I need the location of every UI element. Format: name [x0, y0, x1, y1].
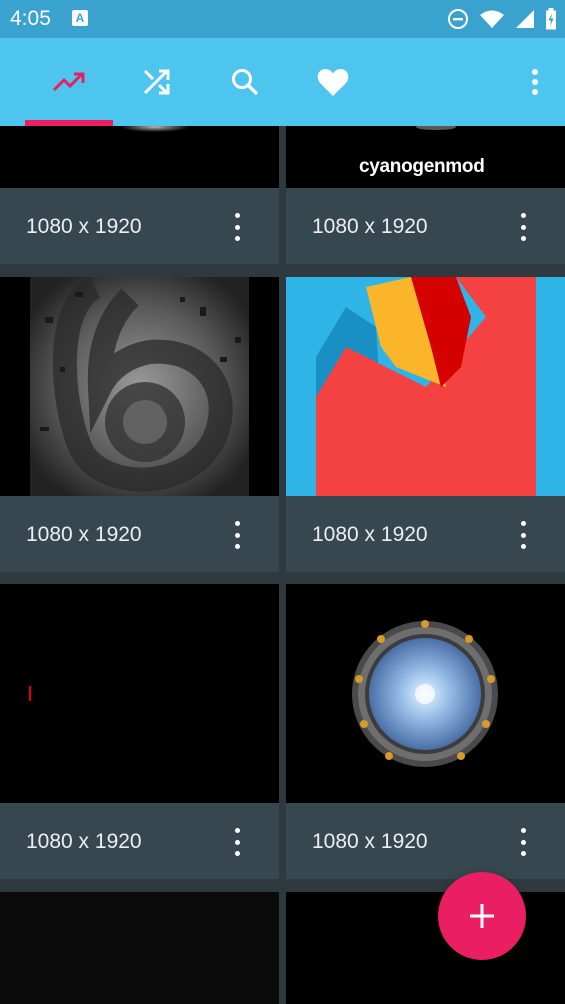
wallpaper-card[interactable]: 1080 x 1920: [286, 584, 565, 879]
wallpaper-thumbnail[interactable]: [0, 126, 279, 188]
more-options-button[interactable]: [231, 824, 243, 860]
wallpaper-info: 1080 x 1920: [286, 189, 565, 264]
tab-search[interactable]: [201, 38, 289, 126]
wallpaper-thumbnail[interactable]: cyanogenmod: [286, 126, 565, 188]
wallpaper-card[interactable]: cyanogenmod 1080 x 1920: [286, 126, 565, 264]
stargate-image: [352, 620, 498, 767]
wallpaper-card[interactable]: 1080 x 1920: [0, 126, 279, 264]
wallpaper-card[interactable]: 1080 x 1920: [286, 277, 565, 572]
wallpaper-thumbnail[interactable]: [0, 584, 279, 803]
status-icons: [447, 7, 557, 31]
wallpaper-card[interactable]: [0, 892, 279, 1004]
resolution-label: 1080 x 1920: [312, 830, 428, 853]
a-icon: A: [72, 10, 88, 26]
shuffle-icon: [143, 69, 170, 95]
overflow-menu-button[interactable]: [519, 62, 551, 102]
trending-up-icon: [52, 72, 85, 92]
wallpaper-info: 1080 x 1920: [286, 497, 565, 572]
wallpaper-thumbnail[interactable]: [0, 892, 279, 1004]
wallpaper-overlay-text: cyanogenmod: [359, 156, 485, 177]
material-shapes-image: [286, 277, 565, 496]
more-options-button[interactable]: [517, 209, 529, 245]
wallpaper-thumbnail[interactable]: [0, 277, 279, 496]
wallpaper-info: 1080 x 1920: [0, 497, 279, 572]
more-vert-icon: [532, 69, 538, 95]
more-options-button[interactable]: [231, 209, 243, 245]
wallpaper-card[interactable]: 1080 x 1920: [0, 584, 279, 879]
status-time: 4:05: [10, 7, 51, 30]
resolution-label: 1080 x 1920: [26, 523, 142, 546]
wallpaper-info: 1080 x 1920: [286, 804, 565, 879]
toolbar: [0, 38, 565, 126]
more-options-button[interactable]: [517, 517, 529, 553]
resolution-label: 1080 x 1920: [26, 215, 142, 238]
search-icon: [232, 69, 259, 96]
heart-icon: [317, 69, 349, 96]
more-options-button[interactable]: [231, 517, 243, 553]
resolution-label: 1080 x 1920: [26, 830, 142, 853]
wallpaper-card[interactable]: 1080 x 1920: [0, 277, 279, 572]
do-not-disturb-icon: [448, 9, 468, 29]
add-button[interactable]: [438, 872, 526, 960]
resolution-label: 1080 x 1920: [312, 215, 428, 238]
battery-icon: [546, 8, 556, 30]
wallpaper-thumbnail[interactable]: [286, 277, 565, 496]
resolution-label: 1080 x 1920: [312, 523, 428, 546]
status-bar: 4:05 A: [0, 0, 565, 38]
signal-icon: [516, 10, 534, 28]
tab-random[interactable]: [113, 38, 201, 126]
wallpaper-info: 1080 x 1920: [0, 189, 279, 264]
wallpaper-thumbnail[interactable]: [286, 584, 565, 803]
wifi-icon: [480, 10, 504, 28]
wallpaper-info: 1080 x 1920: [0, 804, 279, 879]
tab-trending[interactable]: [25, 38, 113, 126]
tab-favorites[interactable]: [289, 38, 377, 126]
more-options-button[interactable]: [517, 824, 529, 860]
plus-icon: [470, 904, 494, 928]
shattered-six-image: [30, 277, 249, 496]
